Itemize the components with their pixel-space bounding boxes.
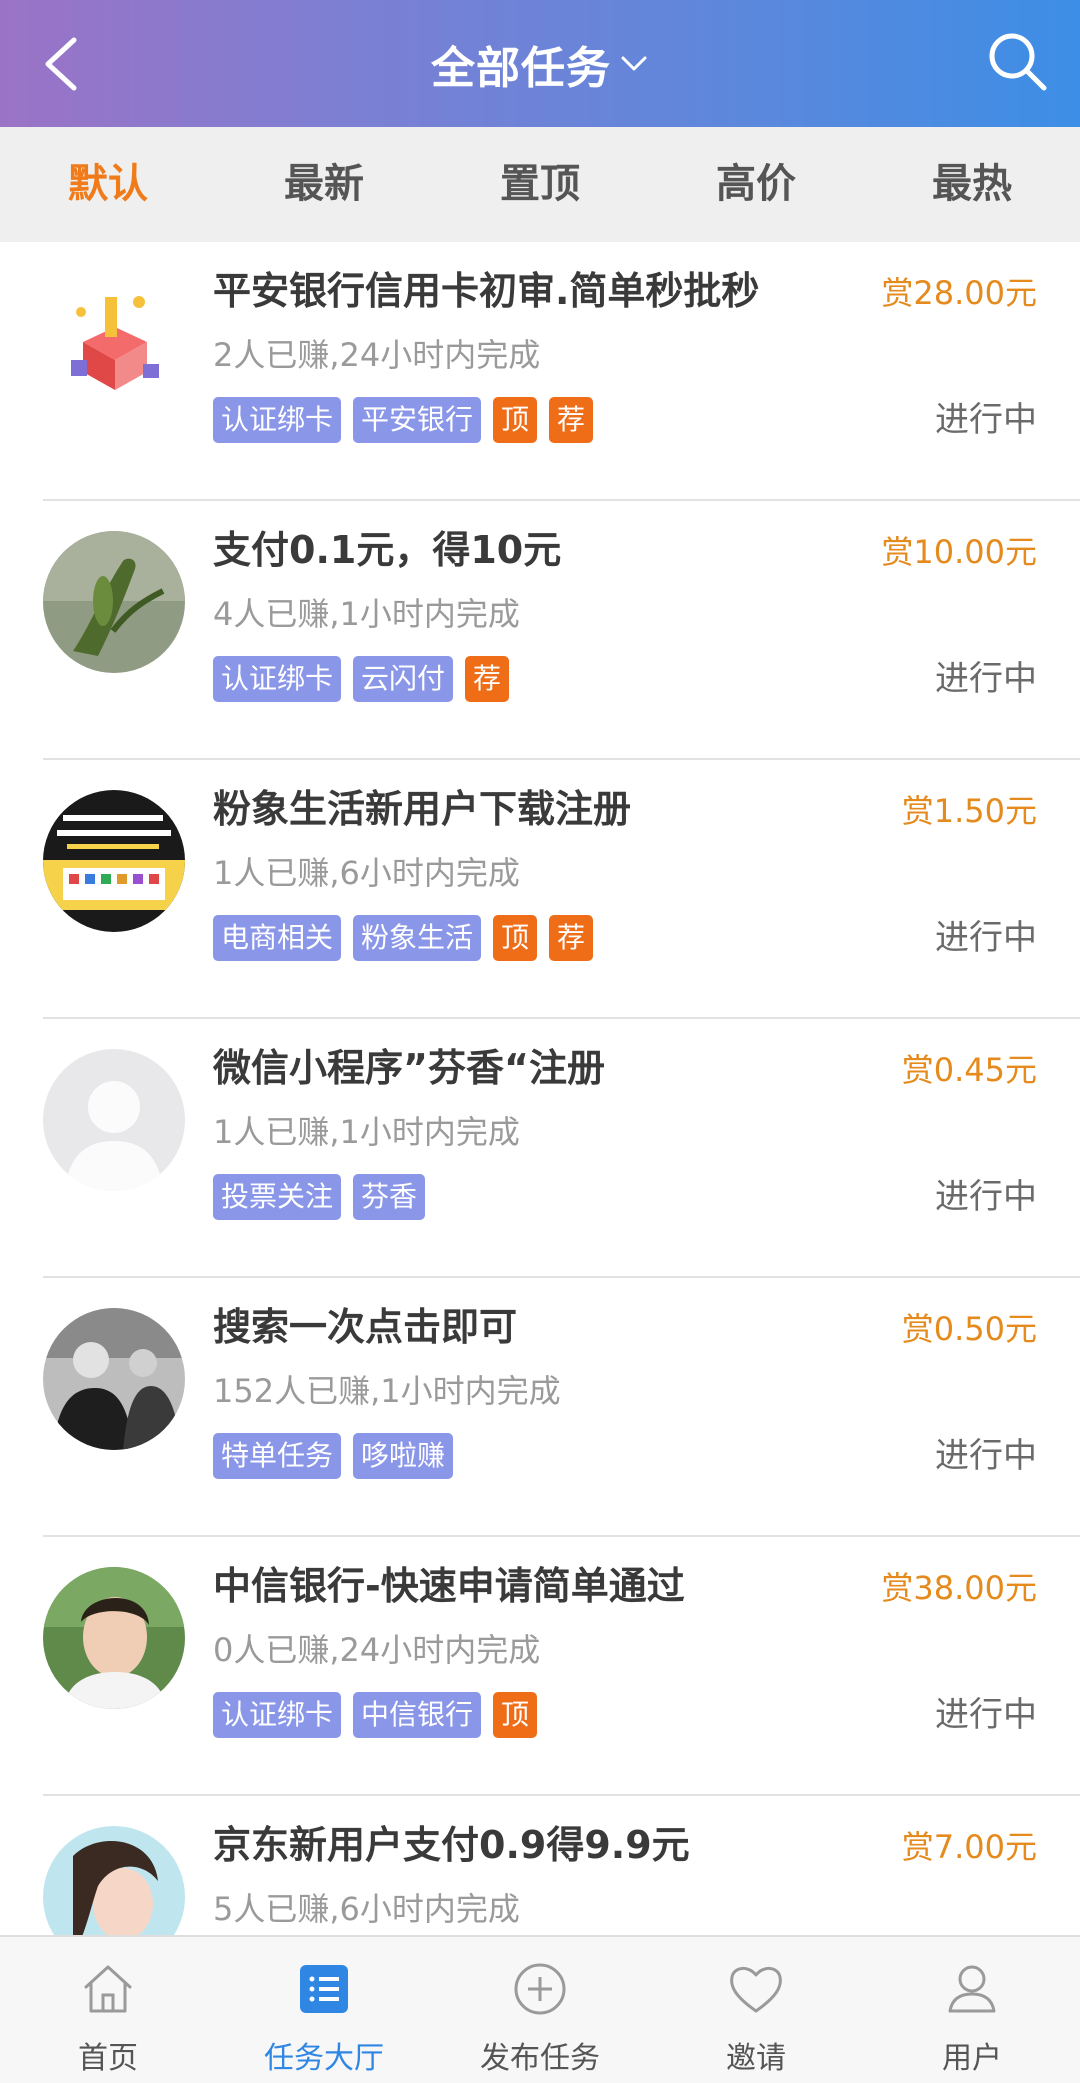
task-reward: 赏28.00元: [881, 274, 1037, 312]
tab-pinned[interactable]: 置顶: [432, 127, 648, 242]
task-tags: 认证绑卡 云闪付 荐: [213, 656, 510, 702]
nav-home[interactable]: 首页: [0, 1937, 216, 2083]
task-title: 中信银行-快速申请简单通过: [213, 1564, 685, 1608]
nav-invite[interactable]: 邀请: [648, 1937, 864, 2083]
task-tags: 认证绑卡 平安银行 顶 荐: [213, 397, 594, 443]
task-avatar: [43, 531, 185, 673]
task-item[interactable]: 微信小程序”芬香“注册 1人已赚,1小时内完成 投票关注 芬香 赏0.45元 进…: [0, 1019, 1080, 1278]
task-reward: 赏0.50元: [901, 1310, 1037, 1348]
tab-high-price[interactable]: 高价: [648, 127, 864, 242]
home-icon: [84, 1965, 132, 2013]
nav-label: 邀请: [726, 2041, 786, 2076]
task-meta: 1人已赚,6小时内完成: [213, 854, 520, 892]
tag: 投票关注: [213, 1174, 342, 1220]
task-list: 平安银行信用卡初审.简单秒批秒 2人已赚,24小时内完成 认证绑卡 平安银行 顶…: [0, 242, 1080, 2055]
page-title-text: 全部任务: [431, 42, 611, 94]
task-status: 进行中: [935, 400, 1037, 440]
tag: 哆啦赚: [353, 1433, 454, 1479]
tab-default[interactable]: 默认: [0, 127, 216, 242]
task-meta: 152人已赚,1小时内完成: [213, 1372, 561, 1410]
task-meta: 2人已赚,24小时内完成: [213, 336, 541, 374]
nav-publish-task[interactable]: 发布任务: [432, 1937, 648, 2083]
nav-label: 首页: [78, 2041, 138, 2076]
task-title: 京东新用户支付0.9得9.9元: [213, 1823, 690, 1867]
tag: 认证绑卡: [213, 1692, 342, 1738]
task-title: 粉象生活新用户下载注册: [213, 787, 632, 831]
task-tags: 认证绑卡 中信银行 顶: [213, 1692, 538, 1738]
tag-recommended: 荐: [549, 915, 594, 961]
tag-recommended: 荐: [549, 397, 594, 443]
nav-label: 发布任务: [480, 2041, 600, 2076]
task-item[interactable]: 中信银行-快速申请简单通过 0人已赚,24小时内完成 认证绑卡 中信银行 顶 赏…: [0, 1537, 1080, 1796]
tag: 特单任务: [213, 1433, 342, 1479]
task-reward: 赏1.50元: [901, 792, 1037, 830]
tag: 电商相关: [213, 915, 342, 961]
task-status: 进行中: [935, 1177, 1037, 1217]
task-item[interactable]: 平安银行信用卡初审.简单秒批秒 2人已赚,24小时内完成 认证绑卡 平安银行 顶…: [0, 242, 1080, 501]
bottom-nav: 首页 任务大厅 发布任务 邀请 用户: [0, 1935, 1080, 2083]
tag: 认证绑卡: [213, 656, 342, 702]
task-tags: 投票关注 芬香: [213, 1174, 426, 1220]
task-tags: 电商相关 粉象生活 顶 荐: [213, 915, 594, 961]
task-item[interactable]: 粉象生活新用户下载注册 1人已赚,6小时内完成 电商相关 粉象生活 顶 荐 赏1…: [0, 760, 1080, 1019]
task-status: 进行中: [935, 659, 1037, 699]
task-avatar: [43, 1567, 185, 1709]
task-item[interactable]: 搜索一次点击即可 152人已赚,1小时内完成 特单任务 哆啦赚 赏0.50元 进…: [0, 1278, 1080, 1537]
task-title: 搜索一次点击即可: [213, 1305, 518, 1349]
tag-recommended: 荐: [465, 656, 510, 702]
tab-newest[interactable]: 最新: [216, 127, 432, 242]
user-icon: [948, 1965, 996, 2013]
tag-pinned: 顶: [493, 1692, 538, 1738]
task-title: 支付0.1元，得10元: [213, 528, 562, 572]
task-avatar: [43, 790, 185, 932]
task-meta: 0人已赚,24小时内完成: [213, 1631, 541, 1669]
heart-icon: [730, 1967, 782, 2013]
tag: 芬香: [353, 1174, 426, 1220]
tag-pinned: 顶: [493, 397, 538, 443]
task-tags: 特单任务 哆啦赚: [213, 1433, 454, 1479]
task-meta: 5人已赚,6小时内完成: [213, 1890, 520, 1928]
task-status: 进行中: [935, 1436, 1037, 1476]
task-meta: 4人已赚,1小时内完成: [213, 595, 520, 633]
tag: 粉象生活: [353, 915, 482, 961]
filter-tabs: 默认 最新 置顶 高价 最热: [0, 127, 1080, 242]
tag-pinned: 顶: [493, 915, 538, 961]
task-list-icon: [300, 1965, 348, 2013]
task-reward: 赏38.00元: [881, 1569, 1037, 1607]
task-meta: 1人已赚,1小时内完成: [213, 1113, 520, 1151]
task-reward: 赏10.00元: [881, 533, 1037, 571]
nav-label: 任务大厅: [264, 2041, 384, 2076]
top-bar: 全部任务: [0, 0, 1080, 127]
tag: 认证绑卡: [213, 397, 342, 443]
task-avatar: [43, 272, 185, 414]
nav-label: 用户: [942, 2041, 1002, 2076]
task-status: 进行中: [935, 1695, 1037, 1735]
tab-hottest[interactable]: 最热: [864, 127, 1080, 242]
tag: 云闪付: [353, 656, 454, 702]
page-title[interactable]: 全部任务: [0, 0, 1080, 127]
nav-user[interactable]: 用户: [864, 1937, 1080, 2083]
plus-circle-icon: [514, 1963, 566, 2015]
task-reward: 赏7.00元: [901, 1828, 1037, 1866]
task-reward: 赏0.45元: [901, 1051, 1037, 1089]
task-status: 进行中: [935, 918, 1037, 958]
tag: 平安银行: [353, 397, 482, 443]
task-avatar: [43, 1049, 185, 1191]
task-title: 微信小程序”芬香“注册: [213, 1046, 605, 1090]
task-title: 平安银行信用卡初审.简单秒批秒: [213, 269, 760, 313]
tag: 中信银行: [353, 1692, 482, 1738]
task-avatar: [43, 1308, 185, 1450]
nav-task-hall[interactable]: 任务大厅: [216, 1937, 432, 2083]
search-icon[interactable]: [982, 26, 1052, 96]
chevron-down-icon: [621, 56, 647, 70]
task-item[interactable]: 支付0.1元，得10元 4人已赚,1小时内完成 认证绑卡 云闪付 荐 赏10.0…: [0, 501, 1080, 760]
